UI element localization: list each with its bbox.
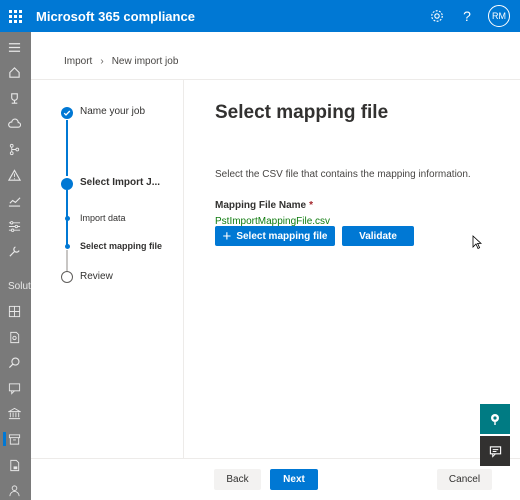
- wizard-panel: Import › New import job Name your job Se…: [31, 32, 520, 500]
- substep-indicator: [64, 216, 70, 221]
- breadcrumb: Import › New import job: [64, 56, 178, 67]
- lock-doc-icon[interactable]: [0, 456, 31, 474]
- cloud-icon[interactable]: [0, 114, 31, 132]
- alert-icon[interactable]: [0, 166, 31, 184]
- wrench-icon[interactable]: [0, 242, 31, 260]
- page-description: Select the CSV file that contains the ma…: [215, 169, 471, 180]
- substep-indicator: [64, 244, 70, 249]
- bank-icon[interactable]: [0, 404, 31, 422]
- step-import-data[interactable]: Import data: [80, 213, 126, 223]
- document-search-icon[interactable]: [0, 328, 31, 346]
- app-launcher-icon[interactable]: [0, 0, 30, 32]
- gear-icon[interactable]: [422, 0, 452, 32]
- top-bar: Microsoft 365 compliance ? RM: [0, 0, 520, 32]
- help-icon[interactable]: ?: [452, 0, 482, 32]
- hamburger-icon[interactable]: [0, 38, 31, 56]
- step-connector: [66, 120, 68, 176]
- nav-section-label: Solut: [8, 281, 31, 292]
- chat-icon[interactable]: [0, 379, 31, 397]
- archive-icon[interactable]: [0, 430, 31, 448]
- trophy-icon[interactable]: [0, 89, 31, 107]
- home-icon[interactable]: [0, 63, 31, 81]
- step-select-import-job[interactable]: Select Import J...: [80, 177, 160, 188]
- step-review[interactable]: Review: [80, 271, 113, 282]
- checkmark-icon: [61, 107, 73, 119]
- cancel-button[interactable]: Cancel: [437, 469, 492, 490]
- step-current-indicator: [61, 178, 73, 190]
- feedback-bubble-icon[interactable]: [480, 404, 510, 434]
- breadcrumb-import[interactable]: Import: [64, 56, 92, 67]
- header-divider: [31, 79, 520, 80]
- step-select-mapping-file[interactable]: Select mapping file: [80, 241, 162, 251]
- step-pending-indicator: [61, 271, 73, 283]
- next-button[interactable]: Next: [270, 469, 318, 490]
- plus-icon: +: [222, 227, 232, 245]
- footer-divider: [31, 458, 520, 459]
- select-mapping-file-button[interactable]: + Select mapping file: [215, 226, 335, 246]
- step-connector: [66, 250, 68, 272]
- breadcrumb-new-import-job: New import job: [111, 56, 179, 67]
- chat-feedback-icon[interactable]: [480, 436, 510, 466]
- left-nav: Solut: [0, 32, 31, 500]
- mapping-file-label-text: Mapping File Name: [215, 200, 307, 211]
- page-title: Select mapping file: [215, 102, 389, 123]
- person-icon[interactable]: [0, 481, 31, 499]
- avatar[interactable]: RM: [488, 5, 510, 27]
- search-icon[interactable]: [0, 353, 31, 371]
- filters-icon[interactable]: [0, 217, 31, 235]
- chart-icon[interactable]: [0, 191, 31, 209]
- mouse-cursor-icon: [472, 235, 483, 252]
- validate-button[interactable]: Validate: [342, 226, 414, 246]
- app-title[interactable]: Microsoft 365 compliance: [36, 9, 195, 24]
- catalog-icon[interactable]: [0, 302, 31, 320]
- step-name-your-job[interactable]: Name your job: [80, 106, 145, 117]
- mapping-file-label: Mapping File Name *: [215, 200, 313, 211]
- steps-divider: [183, 80, 184, 458]
- select-mapping-file-label: Select mapping file: [236, 230, 328, 242]
- chevron-right-icon: ›: [100, 56, 104, 67]
- required-marker: *: [309, 200, 314, 211]
- workflow-icon[interactable]: [0, 140, 31, 158]
- back-button[interactable]: Back: [214, 469, 261, 490]
